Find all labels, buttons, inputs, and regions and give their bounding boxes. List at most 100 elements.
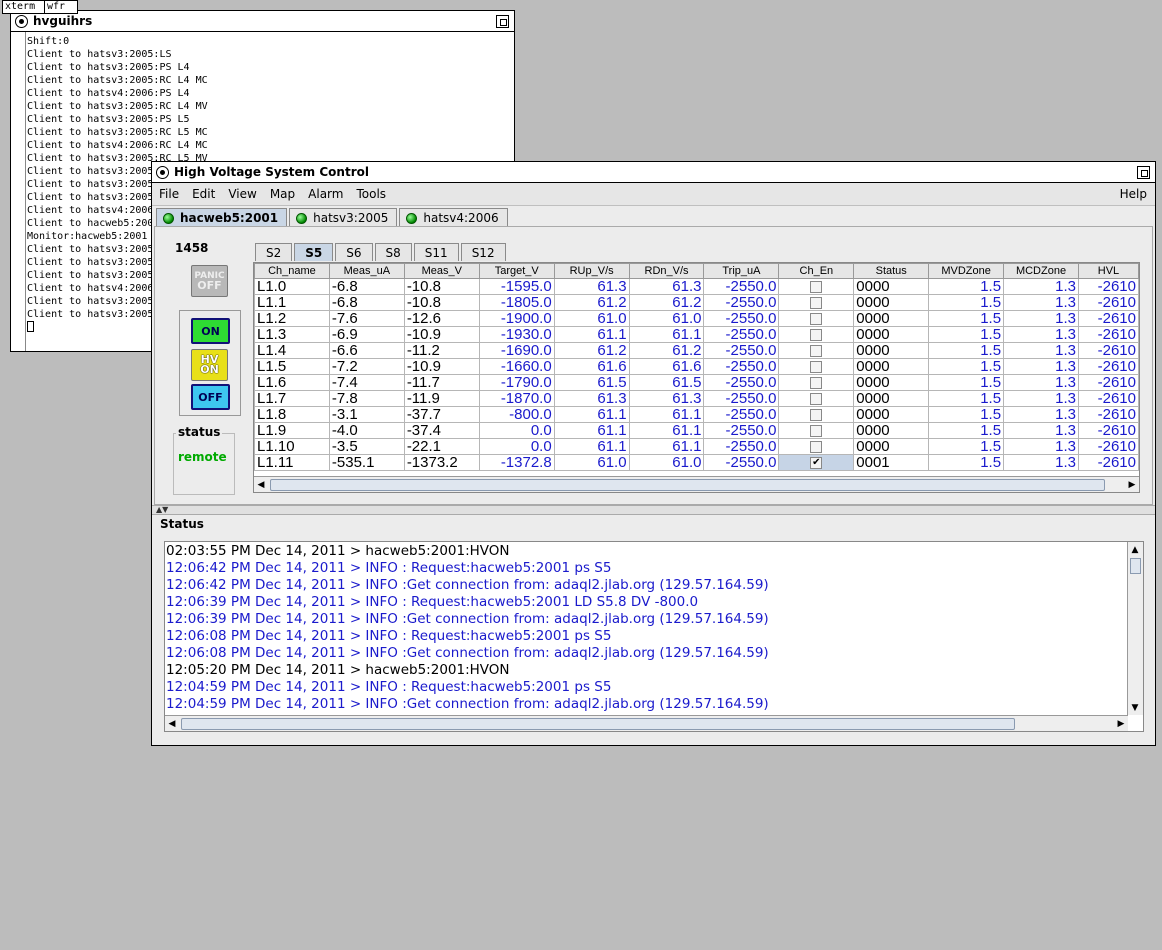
table-cell[interactable]: 1.5 [928,374,1005,391]
table-cell[interactable]: L1.10 [254,438,330,455]
table-cell[interactable]: -2550.0 [703,358,780,375]
table-cell[interactable]: 61.2 [628,294,705,311]
maximize-icon[interactable] [1137,165,1150,179]
table-cell[interactable]: L1.9 [254,422,330,439]
table-cell[interactable]: 61.1 [628,438,705,455]
table-cell[interactable]: -10.8 [403,278,480,295]
table-cell[interactable]: 0000 [853,406,930,423]
table-cell[interactable]: -22.1 [403,438,480,455]
table-cell[interactable]: -2550.0 [703,342,780,359]
menu-file[interactable]: File [159,187,179,201]
table-cell[interactable]: -6.6 [328,342,405,359]
menu-tools[interactable]: Tools [356,187,386,201]
channel-enable-cell[interactable] [778,390,855,407]
table-cell[interactable]: 1.5 [928,438,1005,455]
table-cell[interactable]: L1.11 [254,454,330,471]
table-cell[interactable]: 0.0 [478,438,555,455]
table-cell[interactable]: 0000 [853,278,930,295]
table-cell[interactable]: 61.5 [553,374,630,391]
table-cell[interactable]: -2610 [1077,278,1139,295]
table-cell[interactable]: -3.5 [328,438,405,455]
table-cell[interactable]: 1.3 [1003,294,1079,311]
table-cell[interactable]: -1373.2 [403,454,480,471]
scroll-thumb[interactable] [1130,558,1141,574]
table-cell[interactable]: -2610 [1077,438,1139,455]
tab-hatsv3[interactable]: hatsv3:2005 [289,208,398,227]
scroll-right-icon[interactable]: ▶ [1114,716,1128,731]
table-cell[interactable]: -800.0 [478,406,555,423]
column-header[interactable]: Status [853,263,930,279]
table-cell[interactable]: 61.6 [553,358,630,375]
checkbox[interactable] [810,329,823,342]
column-header[interactable]: Ch_En [778,263,855,279]
log-line[interactable]: 12:06:39 PM Dec 14, 2011 > INFO : Reques… [166,594,769,611]
table-cell[interactable]: 1.5 [928,294,1005,311]
log-line[interactable]: 12:06:42 PM Dec 14, 2011 > INFO :Get con… [166,577,769,594]
table-cell[interactable]: -10.9 [403,326,480,343]
table-cell[interactable]: 61.3 [553,278,630,295]
table-cell[interactable]: 61.1 [628,422,705,439]
checkbox[interactable] [810,361,823,374]
table-row[interactable]: L1.7 -7.8 -11.9 -1870.0 61.3 61.3 -2550.0 0000 1… [254,390,1139,407]
table-cell[interactable]: -1900.0 [478,310,555,327]
log-line[interactable]: 12:06:08 PM Dec 14, 2011 > INFO :Get con… [166,645,769,662]
table-cell[interactable]: -1790.0 [478,374,555,391]
table-row[interactable]: L1.3 -6.9 -10.9 -1930.0 61.1 61.1 -2550.0 0000 1… [254,326,1139,343]
channel-enable-cell[interactable] [778,294,855,311]
scroll-left-icon[interactable]: ◀ [165,716,179,731]
off-button[interactable]: OFF [191,384,230,410]
table-cell[interactable]: 1.5 [928,390,1005,407]
table-cell[interactable]: -6.8 [328,294,405,311]
checkbox[interactable] [810,297,823,310]
table-cell[interactable]: -2610 [1077,358,1139,375]
table-cell[interactable]: -2550.0 [703,310,780,327]
hv-on-button[interactable]: HV ON [191,349,228,381]
table-cell[interactable]: 1.3 [1003,454,1079,471]
table-cell[interactable]: -1805.0 [478,294,555,311]
table-cell[interactable]: -2610 [1077,390,1139,407]
table-cell[interactable]: 61.0 [628,454,705,471]
scroll-up-icon[interactable]: ▲ [1128,542,1142,557]
menu-view[interactable]: View [228,187,256,201]
table-cell[interactable]: 1.5 [928,342,1005,359]
scroll-down-icon[interactable]: ▼ [1128,700,1142,715]
table-cell[interactable]: 61.3 [628,390,705,407]
table-cell[interactable]: -2610 [1077,374,1139,391]
table-cell[interactable]: 1.3 [1003,422,1079,439]
icon-tab-xterm[interactable]: xterm [2,0,46,14]
channel-enable-cell[interactable] [778,422,855,439]
table-cell[interactable]: -2610 [1077,342,1139,359]
table-cell[interactable]: L1.0 [254,278,330,295]
table-cell[interactable]: L1.5 [254,358,330,375]
log-line[interactable]: 02:03:55 PM Dec 14, 2011 > hacweb5:2001:… [166,543,769,560]
column-header[interactable]: Meas_uA [328,263,405,279]
table-cell[interactable]: -11.9 [403,390,480,407]
table-row[interactable]: L1.10 -3.5 -22.1 0.0 61.1 61.1 -2550.0 0000 1.5 1… [254,438,1139,455]
scroll-thumb[interactable] [181,718,1015,730]
table-cell[interactable]: -2550.0 [703,422,780,439]
table-cell[interactable]: -2550.0 [703,390,780,407]
table-cell[interactable]: -1595.0 [478,278,555,295]
table-cell[interactable]: -2550.0 [703,438,780,455]
scroll-right-icon[interactable]: ▶ [1125,477,1139,492]
table-cell[interactable]: 1.3 [1003,390,1079,407]
channel-enable-cell[interactable]: ✔ [778,454,855,471]
log-line[interactable]: 12:06:42 PM Dec 14, 2011 > INFO : Reques… [166,560,769,577]
table-cell[interactable]: 0.0 [478,422,555,439]
table-row[interactable]: L1.11 -535.1 -1373.2 -1372.8 61.0 61.0 -2550.0… [254,454,1139,471]
scroll-left-icon[interactable]: ◀ [254,477,268,492]
split-arrows-icon[interactable]: ▲▼ [156,505,168,514]
channel-enable-cell[interactable] [778,310,855,327]
table-cell[interactable]: 0001 [853,454,930,471]
checkbox[interactable] [810,409,823,422]
table-cell[interactable]: 61.1 [553,422,630,439]
table-cell[interactable]: L1.2 [254,310,330,327]
table-row[interactable]: L1.2 -7.6 -12.6 -1900.0 61.0 61.0 -2550.0 0000 1… [254,310,1139,327]
table-row[interactable]: L1.1 -6.8 -10.8 -1805.0 61.2 61.2 -2550.0 0000 1… [254,294,1139,311]
column-header[interactable]: MCDZone [1003,263,1079,279]
column-header[interactable]: HVL [1077,263,1139,279]
table-cell[interactable]: 1.5 [928,454,1005,471]
table-cell[interactable]: L1.1 [254,294,330,311]
table-cell[interactable]: -7.4 [328,374,405,391]
table-cell[interactable]: -1660.0 [478,358,555,375]
